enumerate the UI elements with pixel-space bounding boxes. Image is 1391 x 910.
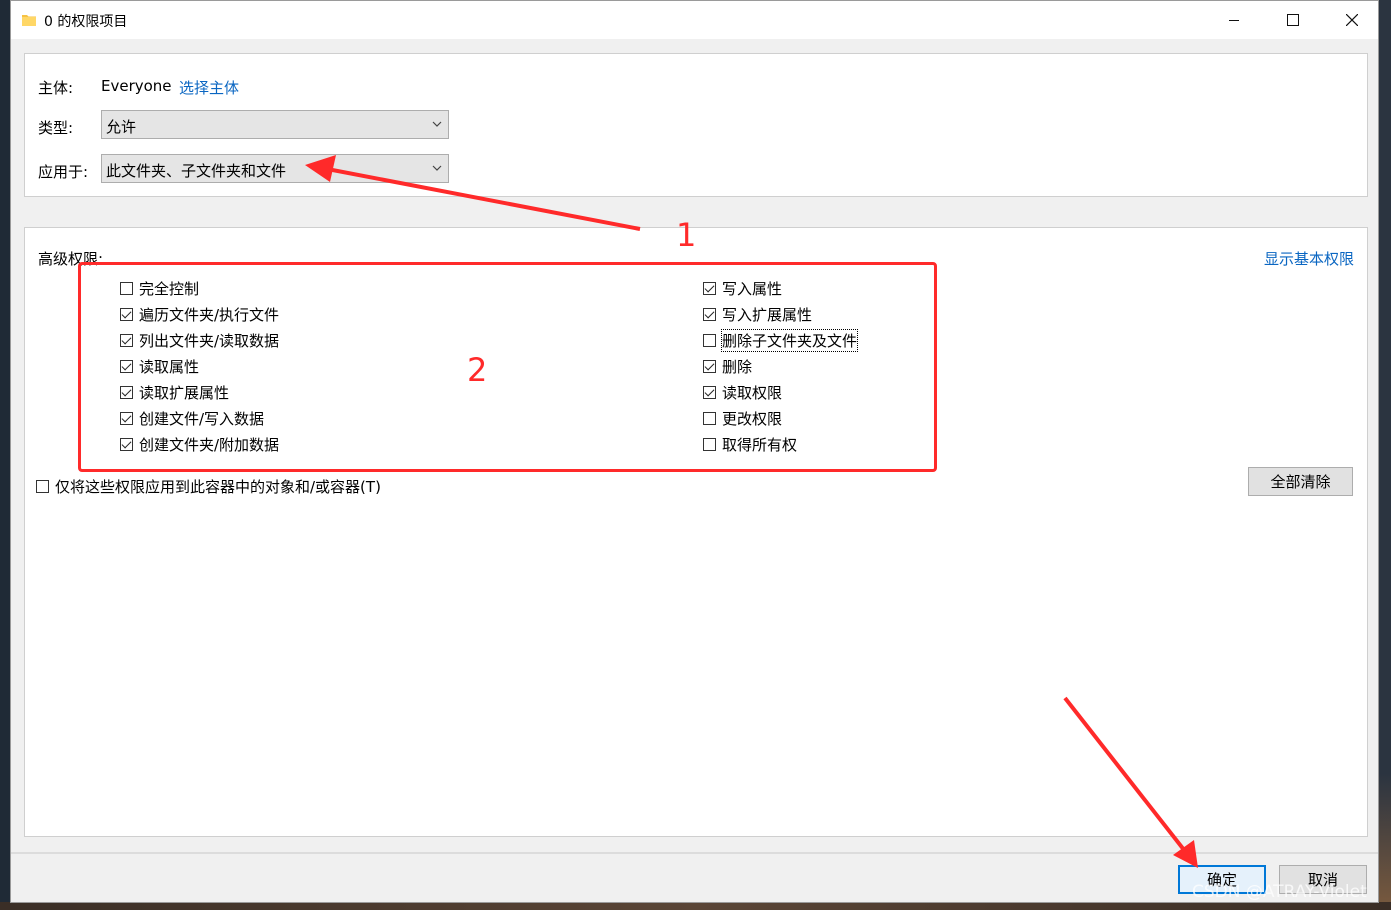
annotation-arrow-ok [1063,696,1198,868]
annotation-arrow-1 [305,155,641,231]
annotation-arrows [305,155,1198,868]
csdn-watermark: CSDN @ATRAY-Violet [1192,882,1367,902]
